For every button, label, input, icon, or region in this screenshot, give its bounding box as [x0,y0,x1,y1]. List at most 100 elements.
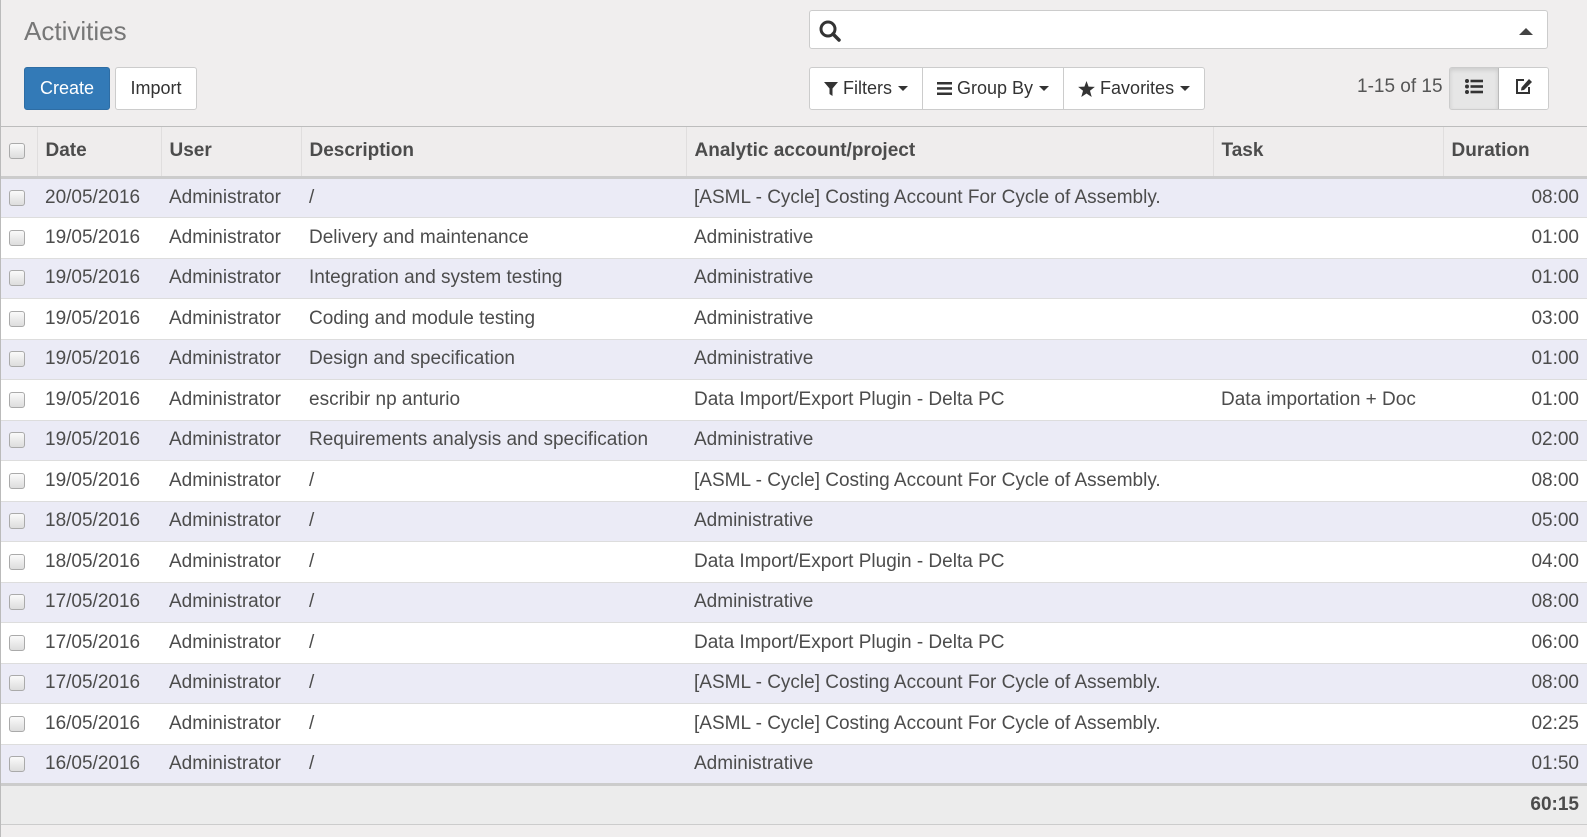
table-row[interactable]: 20/05/2016 Administrator / [ASML - Cycle] C… [1,176,1587,218]
task-cell[interactable] [1213,743,1443,785]
user-cell[interactable]: Administrator [161,379,301,420]
user-cell[interactable]: Administrator [161,703,301,744]
description-cell[interactable]: Requirements analysis and specification [301,419,686,461]
table-row[interactable]: 19/05/2016 Administrator Integration and s… [1,257,1587,299]
description-cell[interactable]: / [301,662,686,704]
date-cell[interactable]: 18/05/2016 [37,500,161,542]
form-view-button[interactable] [1499,68,1548,109]
user-cell[interactable]: Administrator [161,743,301,785]
row-checkbox[interactable] [9,594,25,611]
duration-cell[interactable]: 08:00 [1443,460,1587,501]
description-cell[interactable]: / [301,703,686,744]
duration-cell[interactable]: 04:00 [1443,541,1587,582]
analytic-account-cell[interactable]: Administrative [686,500,1213,542]
table-row[interactable]: 17/05/2016 Administrator / Data Import/Expo… [1,622,1587,663]
table-row[interactable]: 19/05/2016 Administrator Coding and module… [1,298,1587,339]
search-icon[interactable] [818,19,842,43]
date-cell[interactable]: 17/05/2016 [37,662,161,704]
description-cell[interactable]: / [301,743,686,785]
description-cell[interactable]: Design and specification [301,338,686,380]
duration-cell[interactable]: 03:00 [1443,298,1587,339]
row-checkbox[interactable] [9,351,25,368]
task-cell[interactable] [1213,217,1443,258]
date-cell[interactable]: 16/05/2016 [37,703,161,744]
row-checkbox[interactable] [9,634,25,651]
date-cell[interactable]: 17/05/2016 [37,581,161,623]
task-cell[interactable] [1213,703,1443,744]
row-checkbox[interactable] [9,675,25,692]
user-cell[interactable]: Administrator [161,176,301,218]
filters-button[interactable]: Filters [810,68,923,109]
date-cell[interactable]: 20/05/2016 [37,176,161,218]
row-checkbox[interactable] [9,432,25,449]
row-checkbox[interactable] [9,715,25,732]
table-row[interactable]: 18/05/2016 Administrator / Administrative 05… [1,500,1587,542]
row-checkbox[interactable] [9,229,25,246]
analytic-account-cell[interactable]: [ASML - Cycle] Costing Account For Cycle… [686,703,1213,744]
favorites-button[interactable]: Favorites [1064,68,1204,109]
select-all-checkbox[interactable] [9,143,25,160]
caret-up-icon[interactable] [1519,28,1533,35]
duration-cell[interactable]: 02:25 [1443,703,1587,744]
table-row[interactable]: 17/05/2016 Administrator / [ASML - Cycle] C… [1,662,1587,704]
date-cell[interactable]: 19/05/2016 [37,460,161,501]
description-cell[interactable]: / [301,541,686,582]
user-cell[interactable]: Administrator [161,500,301,542]
analytic-account-cell[interactable]: Administrative [686,581,1213,623]
duration-cell[interactable]: 01:00 [1443,217,1587,258]
search-input[interactable] [846,15,1506,45]
task-cell[interactable] [1213,662,1443,704]
user-cell[interactable]: Administrator [161,662,301,704]
create-button[interactable]: Create [24,67,110,110]
column-header-user[interactable]: User [161,127,302,179]
import-button[interactable]: Import [115,67,197,110]
row-checkbox[interactable] [9,755,25,772]
description-cell[interactable]: / [301,460,686,501]
date-cell[interactable]: 18/05/2016 [37,541,161,582]
table-row[interactable]: 18/05/2016 Administrator / Data Import/Expo… [1,541,1587,582]
task-cell[interactable] [1213,257,1443,299]
duration-cell[interactable]: 01:00 [1443,257,1587,299]
date-cell[interactable]: 19/05/2016 [37,379,161,420]
task-cell[interactable] [1213,419,1443,461]
date-cell[interactable]: 17/05/2016 [37,622,161,663]
user-cell[interactable]: Administrator [161,217,301,258]
description-cell[interactable]: Delivery and maintenance [301,217,686,258]
user-cell[interactable]: Administrator [161,257,301,299]
duration-cell[interactable]: 01:50 [1443,743,1587,785]
user-cell[interactable]: Administrator [161,581,301,623]
table-row[interactable]: 19/05/2016 Administrator Delivery and main… [1,217,1587,258]
description-cell[interactable]: / [301,622,686,663]
analytic-account-cell[interactable]: Administrative [686,743,1213,785]
task-cell[interactable] [1213,541,1443,582]
column-header-analytic-account[interactable]: Analytic account/project [686,127,1214,179]
table-row[interactable]: 16/05/2016 Administrator / Administrative 01… [1,743,1587,785]
task-cell[interactable] [1213,622,1443,663]
duration-cell[interactable]: 08:00 [1443,581,1587,623]
column-header-date[interactable]: Date [37,127,162,179]
task-cell[interactable] [1213,500,1443,542]
analytic-account-cell[interactable]: [ASML - Cycle] Costing Account For Cycle… [686,662,1213,704]
description-cell[interactable]: Integration and system testing [301,257,686,299]
column-header-description[interactable]: Description [301,127,687,179]
task-cell[interactable] [1213,460,1443,501]
duration-cell[interactable]: 06:00 [1443,622,1587,663]
user-cell[interactable]: Administrator [161,419,301,461]
row-checkbox[interactable] [9,270,25,287]
analytic-account-cell[interactable]: [ASML - Cycle] Costing Account For Cycle… [686,176,1213,218]
user-cell[interactable]: Administrator [161,622,301,663]
description-cell[interactable]: / [301,581,686,623]
row-checkbox[interactable] [9,472,25,489]
task-cell[interactable] [1213,338,1443,380]
group-by-button[interactable]: Group By [923,68,1065,109]
table-row[interactable]: 19/05/2016 Administrator Requirements anal… [1,419,1587,461]
user-cell[interactable]: Administrator [161,541,301,582]
task-cell[interactable]: Data importation + Doc [1213,379,1443,420]
task-cell[interactable] [1213,298,1443,339]
table-row[interactable]: 16/05/2016 Administrator / [ASML - Cycle] C… [1,703,1587,744]
analytic-account-cell[interactable]: Administrative [686,217,1213,258]
row-checkbox[interactable] [9,391,25,408]
table-row[interactable]: 19/05/2016 Administrator escribir np antur… [1,379,1587,420]
task-cell[interactable] [1213,581,1443,623]
list-view-button[interactable] [1450,68,1499,109]
